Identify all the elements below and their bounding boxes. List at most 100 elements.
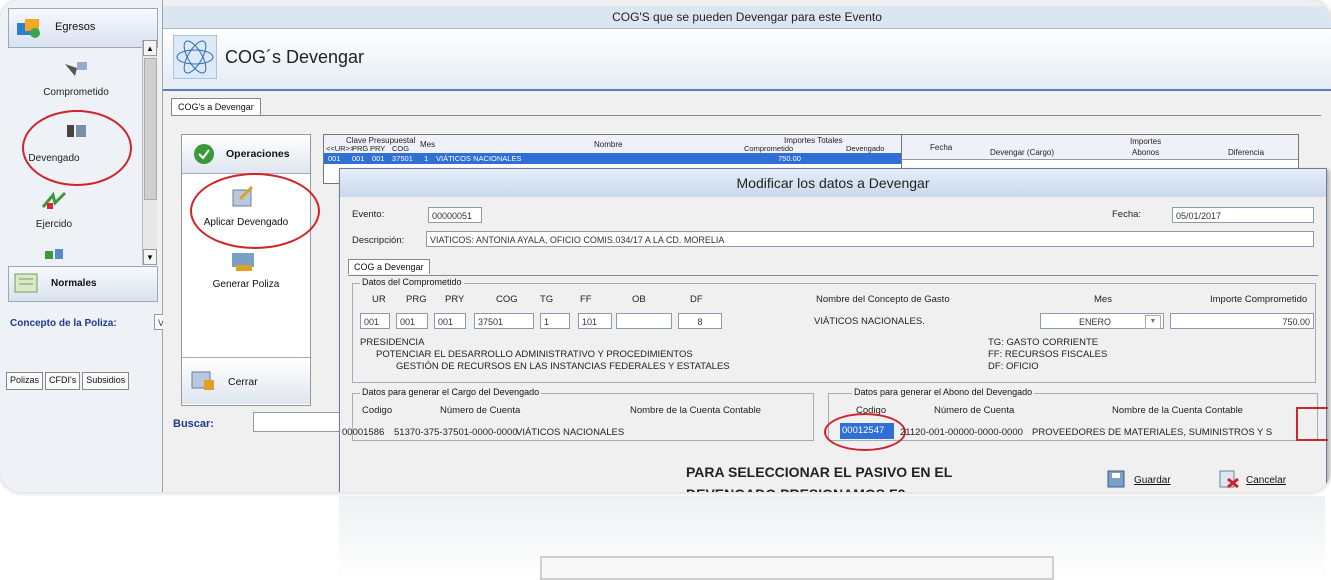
normales-icon xyxy=(13,271,39,298)
grid-col-devengado: Devengado xyxy=(846,144,885,153)
program-text: POTENCIAR EL DESARROLLO ADMINISTRATIVO Y… xyxy=(376,349,693,360)
abono-group-label: Datos para generar el Abono del Devengad… xyxy=(852,387,1035,397)
window-header: COG´s Devengar xyxy=(163,29,1331,91)
cancel-button[interactable]: Cancelar xyxy=(1218,469,1286,492)
next-nav-icon[interactable] xyxy=(0,246,122,262)
modify-devengar-dialog: Modificar los datos a Devengar Evento: 0… xyxy=(339,168,1328,492)
left-nav-panel: Egresos Comprometido Devengado Ejercido … xyxy=(0,0,166,492)
cargo-nombre-value: VIÁTICOS NACIONALES xyxy=(516,427,625,438)
ob-field[interactable] xyxy=(616,313,672,329)
reflection-strip xyxy=(0,496,1331,580)
descripcion-label: Descripción: xyxy=(352,235,405,246)
df-text: DF: OFICIO xyxy=(988,361,1039,372)
col-label-pry: PRY xyxy=(445,294,465,305)
grid2-col-fecha: Fecha xyxy=(930,143,953,152)
row-ur: 001 xyxy=(328,154,341,163)
scroll-thumb[interactable] xyxy=(144,58,157,200)
generate-policy-icon[interactable] xyxy=(230,249,258,276)
pry-field[interactable]: 001 xyxy=(434,313,466,329)
operations-icon xyxy=(192,143,216,168)
grid2-col-abonos: Abonos xyxy=(1132,148,1160,157)
scroll-down-arrow-icon[interactable]: ▼ xyxy=(143,249,157,265)
annotation-circle-apply xyxy=(190,173,320,249)
cargo-cuenta-label: Número de Cuenta xyxy=(440,405,521,416)
importe-comprometido-field[interactable]: 750.00 xyxy=(1170,313,1314,329)
window-titlebar: COG'S que se pueden Devengar para este E… xyxy=(163,6,1331,29)
row-cog: 37501 xyxy=(392,154,413,163)
row-comprometido: 750.00 xyxy=(778,154,801,163)
ejercido-icon[interactable] xyxy=(0,188,122,212)
comprometido-icon[interactable] xyxy=(8,56,144,82)
fecha-field[interactable]: 05/01/2017 xyxy=(1172,207,1314,223)
normales-label: Normales xyxy=(51,278,97,289)
scroll-up-arrow-icon[interactable]: ▲ xyxy=(143,40,157,56)
presidencia-text: PRESIDENCIA xyxy=(360,337,425,348)
egresos-icon xyxy=(15,15,43,42)
abono-nombre-value: PROVEEDORES DE MATERIALES, SUMINISTROS Y… xyxy=(1032,427,1273,438)
nav-item-comprometido[interactable]: Comprometido xyxy=(8,87,144,98)
grid2-col-cargo: Devengar (Cargo) xyxy=(990,148,1055,157)
cargo-codigo-value: 00001586 xyxy=(342,427,385,438)
df-field[interactable]: 8 xyxy=(678,313,722,329)
tg-text: TG: GASTO CORRIENTE xyxy=(988,337,1099,348)
row-mes: 1 xyxy=(424,154,429,163)
abono-cuenta-value: 21120-001-00000-0000-0000 xyxy=(900,427,1023,438)
ur-field[interactable]: 001 xyxy=(360,313,390,329)
egresos-label: Egresos xyxy=(55,21,96,33)
table-row[interactable]: 001 001 001 37501 1 VIÁTICOS NACIONALES … xyxy=(324,153,904,164)
tab-polizas[interactable]: Polizas xyxy=(6,372,44,390)
normales-section[interactable]: Normales xyxy=(8,266,158,302)
grid2-importes-header: Importes xyxy=(1130,137,1162,146)
row-nombre: VIÁTICOS NACIONALES xyxy=(436,154,522,163)
screenshot-frame: Egresos Comprometido Devengado Ejercido … xyxy=(0,0,1331,492)
ff-field[interactable]: 101 xyxy=(578,313,612,329)
operations-title: Operaciones xyxy=(226,148,290,160)
egresos-header[interactable]: Egresos xyxy=(8,8,158,48)
nav-item-ejercido[interactable]: Ejercido xyxy=(0,219,122,230)
col-label-ob: OB xyxy=(632,294,646,305)
evento-field[interactable]: 00000051 xyxy=(428,207,482,223)
atom-logo-icon xyxy=(172,34,218,82)
grid-col-cog: COG xyxy=(392,144,410,153)
dialog-tab-divider xyxy=(348,275,1318,276)
save-icon xyxy=(1106,469,1128,492)
comprometido-group-label: Datos del Comprometido xyxy=(360,277,464,287)
instruction-line-1: PARA SELECCIONAR EL PASIVO EN EL xyxy=(686,464,953,480)
chevron-down-icon[interactable]: ▼ xyxy=(1145,315,1161,329)
save-button[interactable]: Guardar xyxy=(1106,469,1171,492)
grid-col-nombre: Nombre xyxy=(594,140,623,149)
concepto-gasto-value: VIÁTICOS NACIONALES. xyxy=(814,316,925,327)
descripcion-field[interactable]: VIATICOS: ANTONIA AYALA, OFICIO COMIS.03… xyxy=(426,231,1314,247)
close-icon[interactable] xyxy=(190,368,216,395)
col-label-ur: UR xyxy=(372,294,386,305)
mes-select[interactable]: ENERO ▼ xyxy=(1040,313,1164,329)
abono-nombre-label: Nombre de la Cuenta Contable xyxy=(1112,405,1243,416)
close-button[interactable]: Cerrar xyxy=(228,376,258,388)
prg-field[interactable]: 001 xyxy=(396,313,428,329)
page-title: COG´s Devengar xyxy=(225,47,365,67)
cargo-cuenta-value: 51370-375-37501-0000-0000 xyxy=(394,427,518,438)
generate-policy-button[interactable]: Generar Poliza xyxy=(182,279,310,290)
col-label-prg: PRG xyxy=(406,294,427,305)
grid-col-mes: Mes xyxy=(420,140,436,149)
col-label-cog: COG xyxy=(496,294,518,305)
bottom-tabs: Polizas CFDI's Subsidios xyxy=(6,372,130,390)
search-input[interactable] xyxy=(253,412,345,432)
tab-cogs-a-devengar[interactable]: COG's a Devengar xyxy=(171,98,261,115)
tab-cfdis[interactable]: CFDI's xyxy=(45,372,81,390)
tg-field[interactable]: 1 xyxy=(540,313,570,329)
operations-header: Operaciones xyxy=(182,135,310,174)
cog-field[interactable]: 37501 xyxy=(474,313,534,329)
cargo-group-label: Datos para generar el Cargo del Devengad… xyxy=(360,387,542,397)
search-label: Buscar: xyxy=(173,418,214,430)
dialog-title: Modificar los datos a Devengar xyxy=(340,169,1326,197)
close-section: Cerrar xyxy=(182,357,310,404)
abono-cuenta-label: Número de Cuenta xyxy=(934,405,1015,416)
nav-scrollbar[interactable]: ▲ ▼ xyxy=(142,40,157,265)
annotation-box-edge xyxy=(1296,407,1328,441)
grid-col-prg: PRG xyxy=(352,144,369,153)
row-pry: 001 xyxy=(372,154,385,163)
mes-label: Mes xyxy=(1094,294,1112,305)
tab-subsidios[interactable]: Subsidios xyxy=(82,372,130,390)
tab-cog-a-devengar[interactable]: COG a Devengar xyxy=(348,259,430,274)
